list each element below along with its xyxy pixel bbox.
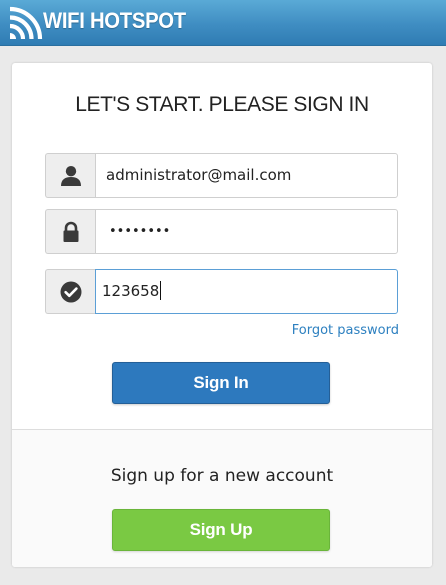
password-input-group: •••••••• (45, 209, 398, 254)
section-divider (12, 429, 432, 430)
signup-prompt: Sign up for a new account (110, 466, 334, 486)
login-heading: LET'S START. PLEASE SIGN IN (75, 93, 369, 116)
code-value: 123658 (102, 282, 160, 300)
login-card: LET'S START. PLEASE SIGN IN administrato… (12, 63, 432, 567)
lock-icon (63, 221, 79, 242)
code-addon (45, 269, 95, 314)
user-icon (61, 166, 81, 186)
forgot-password-link[interactable]: Forgot password (292, 323, 399, 338)
email-input-group: administrator@mail.com (45, 153, 398, 198)
password-addon (45, 209, 95, 254)
app-header: WIFI HOTSPOT (0, 0, 446, 46)
wifi-signal-icon (9, 6, 43, 40)
code-field[interactable]: 123658 (95, 269, 398, 314)
password-field[interactable]: •••••••• (95, 209, 398, 254)
sign-up-button[interactable]: Sign Up (112, 509, 330, 551)
email-addon (45, 153, 95, 198)
text-cursor (160, 281, 162, 300)
sign-in-button[interactable]: Sign In (112, 362, 330, 404)
code-input-group: 123658 (45, 269, 398, 314)
app-title: WIFI HOTSPOT (43, 8, 186, 33)
email-field[interactable]: administrator@mail.com (95, 153, 398, 198)
check-circle-icon (60, 281, 82, 303)
